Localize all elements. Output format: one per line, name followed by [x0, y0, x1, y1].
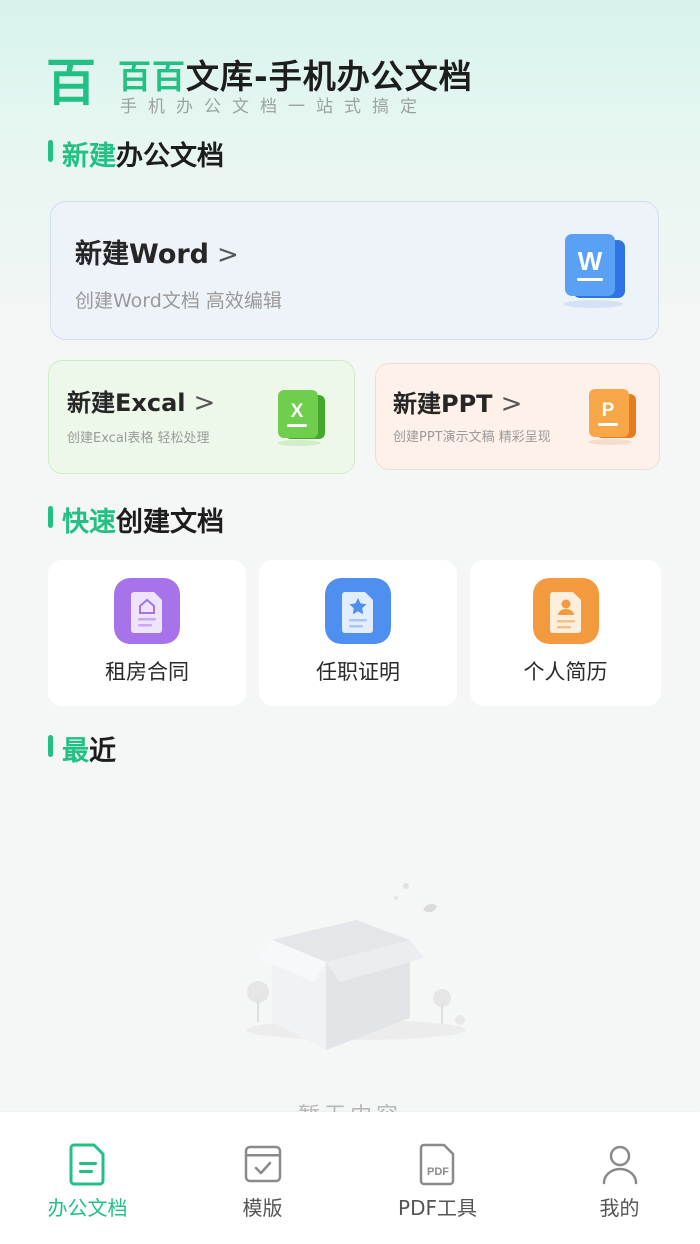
app-title-rest: 文库-手机办公文档	[186, 57, 473, 96]
document-icon	[69, 1143, 105, 1186]
ppt-document-icon: P	[588, 389, 636, 445]
tab-pdf-tools[interactable]: PDF PDF工具	[350, 1112, 525, 1244]
new-excel-title: 新建Excal >	[67, 383, 215, 418]
word-document-icon: W	[563, 234, 625, 308]
new-excel-subtitle: 创建Excal表格 轻松处理	[67, 431, 210, 446]
quick-item-employment-certificate[interactable]: 任职证明	[259, 560, 457, 706]
quick-item-rental-contract[interactable]: 租房合同	[48, 560, 246, 706]
quick-item-label: 个人简历	[523, 660, 608, 684]
app-slogan: 手机办公文档一站式搞定	[120, 97, 428, 117]
template-icon	[244, 1145, 282, 1183]
app-header: 百 百百文库-手机办公文档 手机办公文档一站式搞定	[46, 50, 666, 120]
section-title-quick: 快速创建文档	[46, 500, 224, 539]
new-ppt-subtitle: 创建PPT演示文稿 精彩呈现	[393, 430, 551, 445]
quick-item-resume[interactable]: 个人简历	[470, 560, 661, 706]
new-ppt-card[interactable]: 新建PPT > 创建PPT演示文稿 精彩呈现 P	[375, 363, 660, 470]
tab-mine[interactable]: 我的	[532, 1112, 700, 1244]
tab-label: 模版	[242, 1196, 283, 1220]
section-title-recent: 最近	[46, 729, 116, 768]
section-title-accent: 最	[62, 736, 89, 767]
tab-office-docs[interactable]: 办公文档	[0, 1112, 175, 1244]
tab-label: PDF工具	[398, 1196, 477, 1220]
app-logo-icon: 百	[46, 53, 96, 112]
pdf-icon: PDF	[419, 1143, 455, 1186]
new-word-card[interactable]: 新建Word > 创建Word文档 高效编辑 W	[50, 201, 659, 340]
section-title-accent: 新建	[62, 141, 116, 172]
new-word-title: 新建Word >	[75, 232, 239, 271]
chevron-right-icon: >	[500, 389, 523, 419]
empty-box-illustration-icon	[246, 883, 466, 1050]
new-excel-title-text: 新建Excal	[67, 389, 186, 417]
section-title-accent: 快速	[62, 507, 116, 538]
excel-document-icon: X	[277, 390, 325, 446]
tab-label: 办公文档	[47, 1196, 128, 1220]
pdf-icon-text: PDF	[427, 1166, 449, 1178]
quick-item-label: 任职证明	[316, 660, 400, 684]
ppt-icon-letter: P	[602, 400, 615, 421]
new-ppt-title-text: 新建PPT	[393, 390, 493, 418]
tab-templates[interactable]: 模版	[175, 1112, 350, 1244]
section-title-rest: 近	[89, 736, 116, 767]
star-document-icon	[325, 578, 391, 644]
quick-item-label: 租房合同	[105, 660, 189, 684]
new-ppt-title: 新建PPT >	[393, 384, 522, 419]
section-title-rest: 办公文档	[116, 141, 224, 172]
section-title-new-docs: 新建办公文档	[46, 134, 224, 173]
chevron-right-icon: >	[217, 240, 239, 270]
new-word-title-text: 新建Word	[75, 239, 210, 270]
word-icon-letter: W	[578, 246, 603, 276]
chevron-right-icon: >	[193, 388, 216, 418]
app-title: 百百文库-手机办公文档	[118, 50, 473, 98]
new-word-subtitle: 创建Word文档 高效编辑	[75, 290, 282, 312]
house-document-icon	[114, 578, 180, 644]
section-title-rest: 创建文档	[116, 507, 224, 538]
excel-icon-letter: X	[291, 401, 304, 422]
bottom-tab-bar: 办公文档 模版 PDF PDF工具 我的	[0, 1112, 700, 1244]
tab-label: 我的	[599, 1196, 640, 1220]
person-document-icon	[533, 578, 599, 644]
user-icon	[602, 1145, 638, 1185]
new-excel-card[interactable]: 新建Excal > 创建Excal表格 轻松处理 X	[48, 360, 355, 474]
app-title-accent: 百百	[118, 57, 186, 96]
